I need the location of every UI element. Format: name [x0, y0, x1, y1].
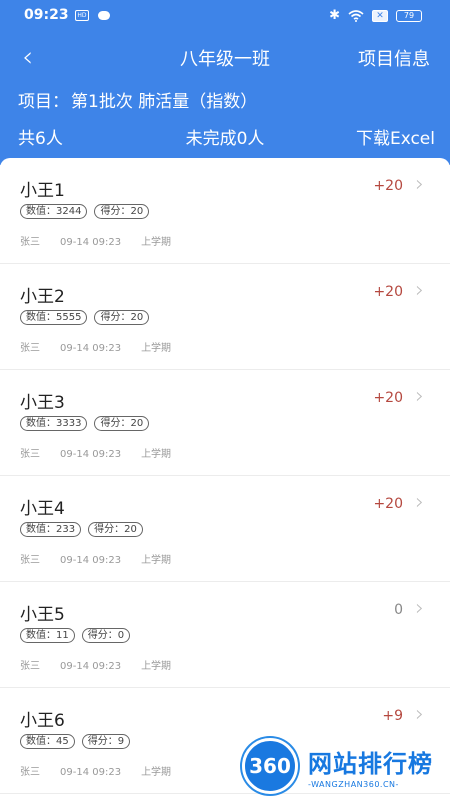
score-value: +9	[382, 708, 403, 724]
score-value: 0	[394, 602, 403, 618]
teacher-name: 张三	[20, 237, 40, 248]
teacher-name: 张三	[20, 343, 40, 354]
battery-icon: 79	[396, 10, 422, 22]
status-time: 09:23	[24, 7, 69, 23]
summary-row: 共6人 未完成0人 下载Excel	[0, 124, 450, 149]
watermark-logo: 360	[242, 738, 298, 794]
score-value: +20	[373, 496, 403, 512]
term: 上学期	[141, 237, 172, 248]
cloud-icon	[98, 11, 110, 20]
score-value: +20	[373, 284, 403, 300]
watermark-title: 网站排行榜	[308, 750, 433, 778]
term: 上学期	[141, 767, 172, 778]
project-info: 项目： 第1批次 肺活量（指数）	[18, 87, 259, 112]
value-tag: 数值：3244	[20, 204, 88, 219]
download-excel-button[interactable]: 下载Excel	[356, 124, 435, 149]
value-tag: 数值：5555	[20, 310, 88, 325]
status-bar: 09:23 HD ✱ ✕ 79	[0, 0, 450, 32]
project-label: 项目：	[18, 92, 69, 112]
list-item[interactable]: 小王3 数值：3333 得分：20 张三 09-14 09:23 上学期 +20 ›	[0, 370, 450, 476]
chevron-right-icon: ›	[415, 702, 424, 727]
record-time: 09-14 09:23	[60, 555, 122, 566]
value-tag: 数值：233	[20, 522, 82, 537]
student-name: 小王2	[20, 287, 65, 307]
watermark: 360 网站排行榜 -WANGZHAN360.CN-	[242, 734, 450, 800]
chevron-right-icon: ›	[415, 278, 424, 303]
term: 上学期	[141, 555, 172, 566]
watermark-subtitle: -WANGZHAN360.CN-	[308, 780, 399, 789]
value-tag: 数值：45	[20, 734, 75, 749]
record-time: 09-14 09:23	[60, 767, 122, 778]
student-list: 小王1 数值：3244 得分：20 张三 09-14 09:23 上学期 +20 › …	[0, 158, 450, 800]
term: 上学期	[141, 343, 172, 354]
student-name: 小王1	[20, 181, 65, 201]
teacher-name: 张三	[20, 767, 40, 778]
chevron-right-icon: ›	[415, 172, 424, 197]
nav-bar: ‹ 八年级一班 项目信息	[0, 38, 450, 76]
chevron-right-icon: ›	[415, 490, 424, 515]
header: 09:23 HD ✱ ✕ 79 ‹ 八年级一班 项目信息 项目： 第1批次 肺活量…	[0, 0, 450, 165]
teacher-name: 张三	[20, 449, 40, 460]
score-value: +20	[373, 178, 403, 194]
teacher-name: 张三	[20, 661, 40, 672]
student-name: 小王4	[20, 499, 65, 519]
score-tag: 得分：20	[94, 204, 150, 219]
record-time: 09-14 09:23	[60, 661, 122, 672]
sim-x-icon: ✕	[372, 10, 388, 22]
record-time: 09-14 09:23	[60, 449, 122, 460]
score-tag: 得分：20	[88, 522, 143, 537]
term: 上学期	[141, 661, 172, 672]
value-tag: 数值：11	[20, 628, 75, 643]
record-time: 09-14 09:23	[60, 237, 122, 248]
score-tag: 得分：9	[81, 734, 131, 749]
list-item[interactable]: 小王4 数值：233 得分：20 张三 09-14 09:23 上学期 +20 ›	[0, 476, 450, 582]
value-tag: 数值：3333	[20, 416, 88, 431]
chevron-right-icon: ›	[415, 596, 424, 621]
score-tag: 得分：20	[94, 310, 150, 325]
term: 上学期	[141, 449, 172, 460]
hd-icon: HD	[75, 10, 89, 21]
project-value: 第1批次 肺活量（指数）	[71, 92, 258, 112]
bluetooth-icon: ✱	[329, 8, 340, 23]
list-item[interactable]: 小王1 数值：3244 得分：20 张三 09-14 09:23 上学期 +20 ›	[0, 158, 450, 264]
teacher-name: 张三	[20, 555, 40, 566]
wifi-icon	[348, 10, 364, 22]
student-name: 小王3	[20, 393, 65, 413]
score-value: +20	[373, 390, 403, 406]
list-item[interactable]: 小王2 数值：5555 得分：20 张三 09-14 09:23 上学期 +20 ›	[0, 264, 450, 370]
record-time: 09-14 09:23	[60, 343, 122, 354]
score-tag: 得分：20	[94, 416, 150, 431]
student-name: 小王5	[20, 605, 65, 625]
score-tag: 得分：0	[81, 628, 131, 643]
chevron-right-icon: ›	[415, 384, 424, 409]
status-icons: ✱ ✕ 79	[329, 8, 422, 24]
list-item[interactable]: 小王5 数值：11 得分：0 张三 09-14 09:23 上学期 0 ›	[0, 582, 450, 688]
project-info-button[interactable]: 项目信息	[358, 45, 430, 71]
student-name: 小王6	[20, 711, 65, 731]
